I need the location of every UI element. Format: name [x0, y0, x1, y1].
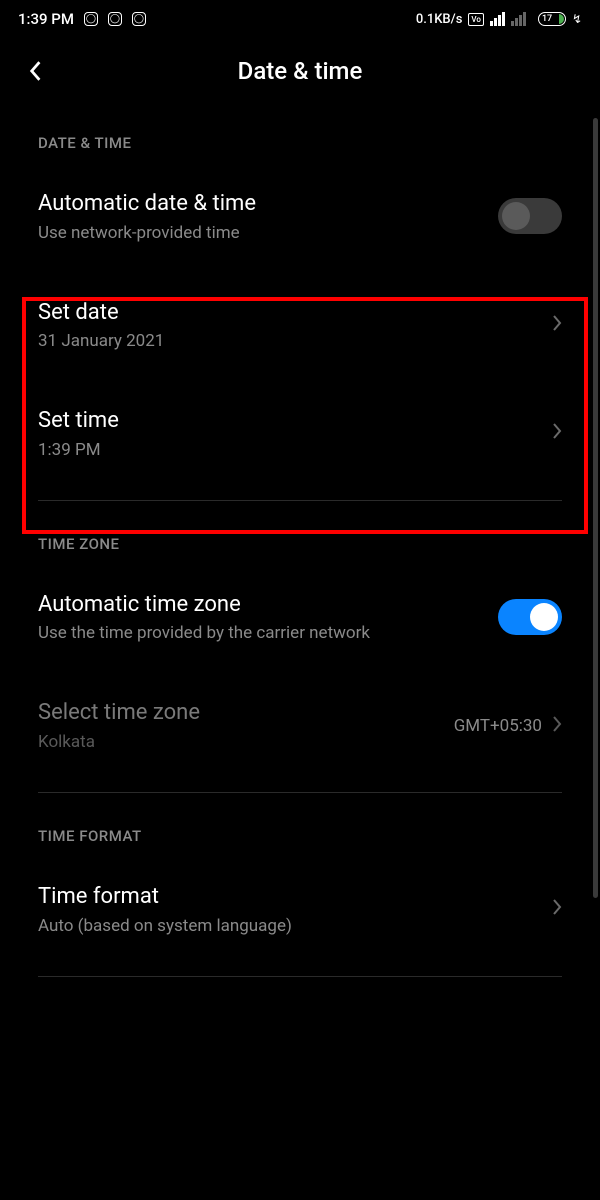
set-time-row[interactable]: Set time 1:39 PM	[38, 379, 562, 488]
auto-timezone-sub: Use the time provided by the carrier net…	[38, 623, 498, 643]
auto-datetime-title: Automatic date & time	[38, 190, 498, 219]
chevron-right-icon	[552, 898, 562, 920]
auto-datetime-sub: Use network-provided time	[38, 223, 498, 243]
section-label-timeformat: TIME FORMAT	[38, 805, 562, 855]
battery-icon: 17	[538, 12, 566, 26]
time-format-row[interactable]: Time format Auto (based on system langua…	[38, 855, 562, 964]
set-date-value: 31 January 2021	[38, 331, 542, 351]
chevron-right-icon	[552, 715, 562, 737]
chevron-right-icon	[552, 314, 562, 336]
page-title: Date & time	[238, 57, 363, 85]
section-label-datetime: DATE & TIME	[38, 112, 562, 162]
data-speed: 0.1KB/s	[416, 12, 463, 27]
set-date-row[interactable]: Set date 31 January 2021	[38, 271, 562, 380]
header: Date & time	[0, 38, 600, 112]
select-timezone-sub: Kolkata	[38, 732, 454, 752]
status-time: 1:39 PM	[18, 10, 74, 28]
time-format-sub: Auto (based on system language)	[38, 916, 542, 936]
divider	[38, 976, 562, 977]
instagram-icon: ◯	[132, 12, 146, 26]
auto-timezone-toggle[interactable]	[498, 599, 562, 635]
volte-icon: Vo	[468, 13, 484, 26]
signal-icon-2	[511, 12, 526, 26]
auto-timezone-title: Automatic time zone	[38, 591, 498, 620]
select-timezone-title: Select time zone	[38, 699, 454, 728]
chevron-right-icon	[552, 422, 562, 444]
instagram-icon: ◯	[108, 12, 122, 26]
divider	[38, 500, 562, 501]
section-label-timezone: TIME ZONE	[38, 513, 562, 563]
instagram-icon: ◯	[84, 12, 98, 26]
back-button[interactable]	[20, 56, 50, 86]
charging-icon: ↯	[572, 12, 582, 26]
automatic-date-time-row[interactable]: Automatic date & time Use network-provid…	[38, 162, 562, 271]
set-date-title: Set date	[38, 299, 542, 328]
set-time-title: Set time	[38, 407, 542, 436]
auto-datetime-toggle[interactable]	[498, 198, 562, 234]
status-bar: 1:39 PM ◯ ◯ ◯ 0.1KB/s Vo 17 ↯	[0, 0, 600, 38]
signal-icon	[490, 12, 505, 26]
time-format-title: Time format	[38, 883, 542, 912]
set-time-value: 1:39 PM	[38, 440, 542, 460]
scrollbar[interactable]	[593, 118, 598, 898]
divider	[38, 792, 562, 793]
select-timezone-row: Select time zone Kolkata GMT+05:30	[38, 671, 562, 780]
automatic-timezone-row[interactable]: Automatic time zone Use the time provide…	[38, 563, 562, 672]
timezone-value: GMT+05:30	[454, 716, 542, 736]
